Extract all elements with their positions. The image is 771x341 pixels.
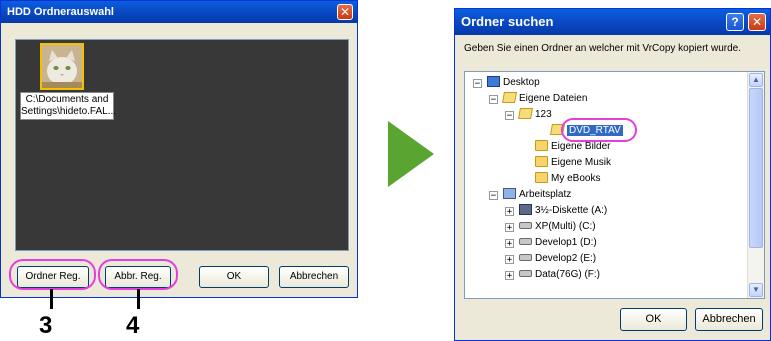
tree-item-my-ebooks[interactable]: My eBooks bbox=[535, 171, 600, 187]
browse-dialog-title: Ordner suchen bbox=[461, 14, 554, 29]
tree-label: 3½-Diskette (A:) bbox=[535, 205, 608, 216]
path-line-2: Settings\hideto.FAL... bbox=[21, 106, 117, 117]
tree-label: Develop1 (D:) bbox=[535, 237, 597, 248]
callout-line-3 bbox=[50, 289, 53, 309]
folder-tree: − Desktop − Eigene Dateien − 123 DVD_RTA… bbox=[464, 71, 765, 299]
browse-dialog-titlebar: Ordner suchen ? ✕ bbox=[455, 9, 770, 35]
expand-icon[interactable]: + bbox=[505, 255, 514, 265]
highlight-dvd-rtav bbox=[561, 118, 637, 142]
floppy-icon bbox=[519, 203, 532, 215]
tree-label: Eigene Bilder bbox=[551, 141, 611, 152]
tree-label: 123 bbox=[535, 109, 552, 120]
highlight-abbr-reg bbox=[98, 259, 178, 290]
tree-item-arbeitsplatz[interactable]: − Arbeitsplatz bbox=[489, 187, 572, 203]
tree-item-eigene-musik[interactable]: Eigene Musik bbox=[535, 155, 611, 171]
tree-label: Arbeitsplatz bbox=[519, 189, 572, 200]
hard-drive-icon bbox=[519, 253, 532, 261]
ok-button[interactable]: OK bbox=[199, 266, 269, 288]
collapse-icon[interactable]: − bbox=[489, 191, 498, 201]
browse-abbrechen-button[interactable]: Abbrechen bbox=[695, 308, 763, 331]
expand-icon[interactable]: + bbox=[505, 207, 514, 217]
folder-thumbnail-item[interactable]: C:\Documents and Settings\hideto.FAL... bbox=[16, 40, 116, 120]
collapse-icon[interactable]: − bbox=[505, 111, 514, 121]
browse-description: Geben Sie einen Ordner an welcher mit Vr… bbox=[464, 43, 741, 54]
tree-scrollbar[interactable]: ▲ ▼ bbox=[747, 72, 764, 298]
hard-drive-icon bbox=[519, 269, 532, 277]
close-icon[interactable]: ✕ bbox=[748, 13, 766, 31]
tree-item-develop2[interactable]: + Develop2 (E:) bbox=[505, 251, 597, 267]
cat-thumbnail-image bbox=[40, 43, 84, 90]
expand-icon[interactable]: + bbox=[505, 239, 514, 249]
desktop-icon bbox=[487, 75, 500, 87]
abbrechen-button[interactable]: Abbrechen bbox=[279, 266, 349, 288]
tree-item-desktop[interactable]: − Desktop bbox=[473, 75, 540, 91]
scrollbar-thumb[interactable] bbox=[749, 88, 763, 248]
computer-icon bbox=[503, 187, 516, 199]
hard-drive-icon bbox=[519, 221, 532, 229]
hdd-dialog-title: HDD Ordnerauswahl bbox=[7, 6, 114, 18]
scroll-up-icon[interactable]: ▲ bbox=[749, 73, 763, 87]
folder-icon bbox=[535, 171, 548, 183]
tree-label: Desktop bbox=[503, 77, 540, 88]
folder-list-area: C:\Documents and Settings\hideto.FAL... bbox=[15, 39, 349, 251]
help-icon[interactable]: ? bbox=[726, 13, 744, 31]
tree-item-diskette[interactable]: + 3½-Diskette (A:) bbox=[505, 203, 608, 219]
expand-icon[interactable]: + bbox=[505, 223, 514, 233]
folder-icon bbox=[535, 155, 548, 167]
callout-number-3: 3 bbox=[39, 312, 53, 339]
tree-label: Eigene Dateien bbox=[519, 93, 588, 104]
collapse-icon[interactable]: − bbox=[473, 79, 482, 89]
tree-label: Data(76G) (F:) bbox=[535, 269, 601, 280]
browse-folder-dialog: Ordner suchen ? ✕ Geben Sie einen Ordner… bbox=[454, 8, 771, 341]
tree-label: XP(Multi) (C:) bbox=[535, 221, 596, 232]
browse-ok-button[interactable]: OK bbox=[620, 308, 687, 331]
hdd-dialog-titlebar: HDD Ordnerauswahl ✕ bbox=[1, 1, 357, 23]
highlight-ordner-reg bbox=[9, 259, 96, 290]
tree-label: Eigene Musik bbox=[551, 157, 612, 168]
callout-line-4 bbox=[137, 289, 140, 309]
folder-icon bbox=[502, 91, 517, 103]
hard-drive-icon bbox=[519, 237, 532, 245]
tree-item-123[interactable]: − 123 bbox=[505, 107, 552, 123]
folder-icon bbox=[535, 139, 548, 151]
tree-item-data76g[interactable]: + Data(76G) (F:) bbox=[505, 267, 601, 283]
expand-icon[interactable]: + bbox=[505, 271, 514, 281]
tree-item-develop1[interactable]: + Develop1 (D:) bbox=[505, 235, 597, 251]
folder-path-label: C:\Documents and Settings\hideto.FAL... bbox=[20, 92, 117, 120]
tree-item-eigene-dateien[interactable]: − Eigene Dateien bbox=[489, 91, 588, 107]
tree-item-xp-multi[interactable]: + XP(Multi) (C:) bbox=[505, 219, 596, 235]
callout-number-4: 4 bbox=[126, 312, 140, 339]
right-arrow-icon bbox=[388, 121, 434, 187]
close-icon[interactable]: ✕ bbox=[337, 4, 353, 20]
tree-label: Develop2 (E:) bbox=[535, 253, 597, 264]
collapse-icon[interactable]: − bbox=[489, 95, 498, 105]
folder-icon bbox=[518, 107, 533, 119]
tree-label: My eBooks bbox=[551, 173, 601, 184]
path-line-1: C:\Documents and bbox=[25, 94, 109, 105]
scroll-down-icon[interactable]: ▼ bbox=[749, 283, 763, 297]
hdd-folder-dialog: HDD Ordnerauswahl ✕ C:\Documents and Set… bbox=[0, 0, 358, 298]
